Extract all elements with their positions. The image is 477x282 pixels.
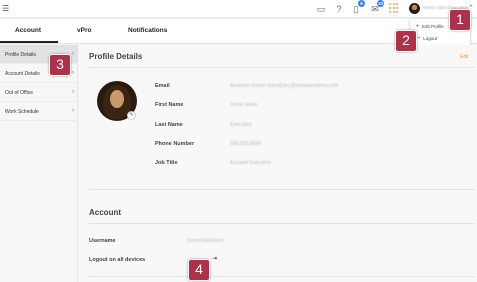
username-value: DemoSalesExec <box>187 238 224 244</box>
divider <box>89 223 474 224</box>
phone-number-value: 555-555-5555 <box>230 141 262 147</box>
edit-link[interactable]: Edit <box>460 54 469 60</box>
chat-icon[interactable]: ▭ <box>315 3 327 15</box>
avatar[interactable] <box>409 3 420 14</box>
logout-menu-item[interactable]: ↦ Logout <box>416 35 437 41</box>
chevron-right-icon: › <box>72 89 74 95</box>
last-name-label: Last Name <box>155 122 183 128</box>
phone-number-label: Phone Number <box>155 141 195 147</box>
notification-icon[interactable]: ▯ 8 <box>350 0 365 15</box>
sidebar-item-out-of-office[interactable]: Out of Office › <box>0 83 78 102</box>
last-name-value: Executive <box>230 122 252 128</box>
logout-all-devices-icon[interactable]: ⇥ <box>212 255 217 262</box>
email-value: Anatreon-Demo-SalesExec@vsnsalesdemo.com <box>230 83 339 89</box>
chevron-right-icon: › <box>72 108 74 114</box>
notification-badge: 8 <box>358 0 365 7</box>
tab-notifications[interactable]: Notifications <box>128 27 167 34</box>
profile-details-title: Profile Details <box>89 52 143 61</box>
tab-vpro[interactable]: vPro <box>77 27 91 34</box>
step-marker-4: 4 <box>188 259 210 281</box>
first-name-label: First Name <box>155 102 184 108</box>
step-marker-1: 1 <box>449 9 471 31</box>
help-icon[interactable]: ? <box>333 3 345 15</box>
divider <box>89 67 474 68</box>
logout-label: Logout <box>423 35 437 41</box>
account-section-title: Account <box>89 208 121 217</box>
sidebar-item-work-schedule[interactable]: Work Schedule › <box>0 102 78 121</box>
main-content: Profile Details Edit ✎ Email Anatreon-De… <box>79 45 477 282</box>
active-tab-indicator <box>0 41 58 43</box>
sidebar-item-label: Profile Details <box>5 52 36 58</box>
job-title-label: Job Title <box>155 160 178 166</box>
sidebar: Profile Details › Account Details › Out … <box>0 45 78 282</box>
email-label: Email <box>155 83 170 89</box>
sidebar-item-label: Out of Office <box>5 90 33 96</box>
step-marker-3: 3 <box>49 54 71 76</box>
divider <box>89 276 474 277</box>
chevron-right-icon: › <box>72 51 74 57</box>
divider <box>89 189 474 190</box>
sidebar-item-label: Work Schedule <box>5 109 39 115</box>
step-marker-2: 2 <box>395 30 417 52</box>
first-name-value: Demo Sales <box>230 102 258 108</box>
sidebar-item-label: Account Details <box>5 71 40 77</box>
top-bar: ☰ ▭ ? ▯ 8 ✉ 10 Demo Sales Executive ⌃ <box>0 0 477 18</box>
apps-icon[interactable] <box>389 3 399 13</box>
edit-profile-label: Edit Profile <box>422 23 444 29</box>
mail-icon[interactable]: ✉ 10 <box>369 0 384 15</box>
pencil-icon[interactable]: ✎ <box>127 111 136 120</box>
edit-profile-menu-item[interactable]: ● Edit Profile <box>416 23 444 29</box>
tab-account[interactable]: Account <box>15 27 41 34</box>
username-label: Username <box>89 238 116 244</box>
logout-all-devices-label: Logout on all devices <box>89 257 146 263</box>
job-title-value: Account Executive <box>230 160 272 166</box>
menu-icon[interactable]: ☰ <box>2 4 9 13</box>
chevron-right-icon: › <box>72 70 74 76</box>
user-icon: ● <box>416 23 420 29</box>
mail-badge: 10 <box>377 0 384 7</box>
